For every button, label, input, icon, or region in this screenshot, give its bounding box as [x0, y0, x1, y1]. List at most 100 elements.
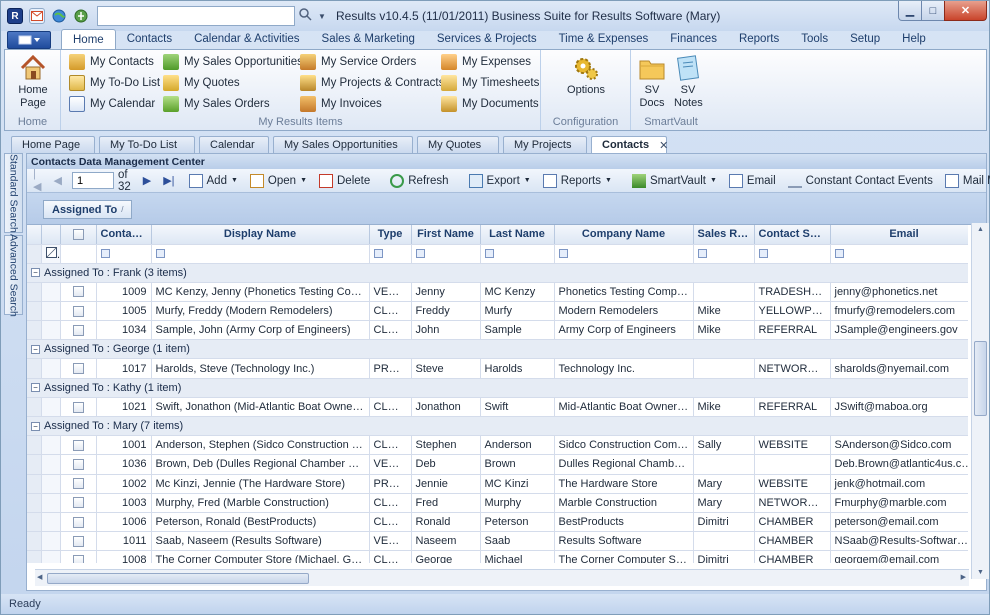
- filter-cell[interactable]: [151, 244, 370, 264]
- group-header-cell[interactable]: − Assigned To : Mary (7 items): [27, 416, 968, 437]
- my-documents-button[interactable]: My Documents: [441, 95, 539, 113]
- table-row[interactable]: 1006 Peterson, Ronald (BestProducts) CLN-R…: [27, 512, 968, 533]
- my-projects-contracts-button[interactable]: My Projects & Contracts: [300, 74, 444, 92]
- doc-tab-todo-list[interactable]: My To-Do List: [99, 136, 195, 153]
- my-todo-list-button[interactable]: My To-Do List: [69, 74, 160, 92]
- search-icon[interactable]: [299, 8, 312, 24]
- table-row[interactable]: 1003 Murphy, Fred (Marble Construction) CL…: [27, 493, 968, 513]
- home-page-button[interactable]: Home Page: [11, 54, 55, 110]
- table-row[interactable]: 1011 Saab, Naseem (Results Software) VEN-A…: [27, 531, 968, 552]
- column-header-contact-id[interactable]: Contact ID: [96, 225, 152, 245]
- refresh-button[interactable]: Refresh: [390, 173, 449, 188]
- table-row[interactable]: 1002 Mc Kinzi, Jennie (The Hardware Store…: [27, 474, 968, 494]
- add-button[interactable]: Add ▼: [188, 173, 238, 188]
- row-selector[interactable]: [41, 282, 61, 302]
- smartvault-dropdown-icon[interactable]: ▼: [710, 177, 717, 184]
- row-checkbox[interactable]: [72, 363, 84, 375]
- ribbon-tab-calendar-activities[interactable]: Calendar & Activities: [183, 29, 310, 49]
- first-page-icon[interactable]: |◀: [33, 168, 41, 193]
- filter-icon[interactable]: [484, 249, 494, 259]
- ribbon-tab-reports[interactable]: Reports: [728, 29, 790, 49]
- row-selector[interactable]: [41, 435, 61, 456]
- row-checkbox[interactable]: [72, 459, 84, 471]
- email-button[interactable]: Email: [728, 173, 776, 188]
- my-sales-orders-button[interactable]: My Sales Orders: [163, 95, 270, 113]
- row-checkbox[interactable]: [72, 516, 84, 528]
- doc-tab-contacts[interactable]: Contacts ✕: [591, 136, 668, 153]
- row-checkbox[interactable]: [72, 286, 84, 298]
- group-header-cell[interactable]: − Assigned To : Frank (3 items): [27, 263, 968, 283]
- horizontal-scrollbar[interactable]: ◀ ▶: [35, 569, 969, 586]
- my-timesheets-button[interactable]: My Timesheets: [441, 74, 539, 92]
- my-sales-opportunities-button[interactable]: My Sales Opportunities: [163, 53, 303, 71]
- scroll-right-icon[interactable]: ▶: [961, 573, 966, 581]
- column-header-email[interactable]: Email: [830, 225, 968, 245]
- filter-icon[interactable]: [155, 249, 165, 259]
- ribbon-tab-tools[interactable]: Tools: [790, 29, 839, 49]
- row-checkbox-cell[interactable]: [60, 454, 97, 475]
- ribbon-tab-help[interactable]: Help: [891, 29, 937, 49]
- table-row[interactable]: 1001 Anderson, Stephen (Sidco Constructio…: [27, 435, 968, 456]
- row-selector[interactable]: [41, 493, 61, 513]
- row-selector[interactable]: [41, 454, 61, 475]
- table-row[interactable]: 1005 Murfy, Freddy (Modern Remodelers) CLN…: [27, 301, 968, 322]
- filter-cell[interactable]: [830, 244, 968, 264]
- filter-cell[interactable]: [754, 244, 831, 264]
- row-checkbox[interactable]: [72, 305, 84, 317]
- row-checkbox[interactable]: [72, 535, 84, 547]
- row-checkbox-cell[interactable]: [60, 282, 97, 302]
- search-options-chevron-icon[interactable]: ▼: [318, 12, 326, 21]
- my-calendar-button[interactable]: My Calendar: [69, 95, 155, 113]
- ribbon-tab-finances[interactable]: Finances: [659, 29, 728, 49]
- ribbon-tab-time-expenses[interactable]: Time & Expenses: [548, 29, 660, 49]
- row-checkbox[interactable]: [72, 439, 84, 451]
- quick-search-input[interactable]: [97, 6, 295, 26]
- next-page-icon[interactable]: ▶: [143, 174, 151, 187]
- minimize-button[interactable]: ▁: [898, 1, 922, 21]
- my-contacts-button[interactable]: My Contacts: [69, 53, 154, 71]
- my-invoices-button[interactable]: My Invoices: [300, 95, 382, 113]
- column-header-first-name[interactable]: First Name: [411, 225, 481, 245]
- group-row[interactable]: − Assigned To : George (1 item): [27, 339, 968, 360]
- filter-cell[interactable]: [554, 244, 694, 264]
- web-icon[interactable]: [73, 8, 89, 24]
- row-checkbox-cell[interactable]: [60, 474, 97, 494]
- ribbon-tab-contacts[interactable]: Contacts: [116, 29, 183, 49]
- application-menu-button[interactable]: [7, 31, 51, 49]
- filter-icon[interactable]: [697, 249, 707, 259]
- table-row[interactable]: 1021 Swift, Jonathon (Mid-Atlantic Boat O…: [27, 397, 968, 418]
- open-dropdown-icon[interactable]: ▼: [300, 177, 307, 184]
- column-header-sales-rep[interactable]: Sales Rep.: [693, 225, 755, 245]
- vertical-scrollbar[interactable]: ▲ ▼: [971, 223, 989, 579]
- export-dropdown-icon[interactable]: ▼: [524, 177, 531, 184]
- group-row[interactable]: − Assigned To : Mary (7 items): [27, 416, 968, 437]
- filter-cell[interactable]: [60, 244, 97, 264]
- close-tab-icon[interactable]: ✕: [659, 139, 668, 152]
- my-service-orders-button[interactable]: My Service Orders: [300, 53, 416, 71]
- row-selector[interactable]: [41, 550, 61, 563]
- filter-cell[interactable]: [96, 244, 152, 264]
- email-icon[interactable]: [29, 8, 45, 24]
- filter-icon[interactable]: [558, 249, 568, 259]
- row-checkbox-cell[interactable]: [60, 358, 97, 379]
- reports-button[interactable]: Reports ▼: [542, 173, 612, 188]
- my-quotes-button[interactable]: My Quotes: [163, 74, 240, 92]
- filter-clear-cell[interactable]: [41, 244, 61, 264]
- clear-filter-icon[interactable]: [45, 246, 57, 258]
- reports-dropdown-icon[interactable]: ▼: [605, 177, 612, 184]
- row-checkbox-cell[interactable]: [60, 397, 97, 418]
- standard-search-tab[interactable]: Standard Search: [4, 153, 23, 233]
- column-header-type[interactable]: Type: [369, 225, 412, 245]
- table-row[interactable]: 1034 Sample, John (Army Corp of Engineers…: [27, 320, 968, 341]
- row-selector[interactable]: [41, 301, 61, 322]
- row-selector[interactable]: [41, 512, 61, 533]
- row-checkbox-cell[interactable]: [60, 320, 97, 341]
- add-dropdown-icon[interactable]: ▼: [231, 177, 238, 184]
- page-number-input[interactable]: [71, 172, 114, 189]
- doc-tab-quotes[interactable]: My Quotes: [417, 136, 499, 153]
- row-checkbox-cell[interactable]: [60, 493, 97, 513]
- sv-notes-button[interactable]: SV Notes: [671, 54, 705, 110]
- column-header-last-name[interactable]: Last Name: [480, 225, 555, 245]
- group-row[interactable]: − Assigned To : Kathy (1 item): [27, 378, 968, 398]
- app-logo-icon[interactable]: R: [7, 8, 23, 24]
